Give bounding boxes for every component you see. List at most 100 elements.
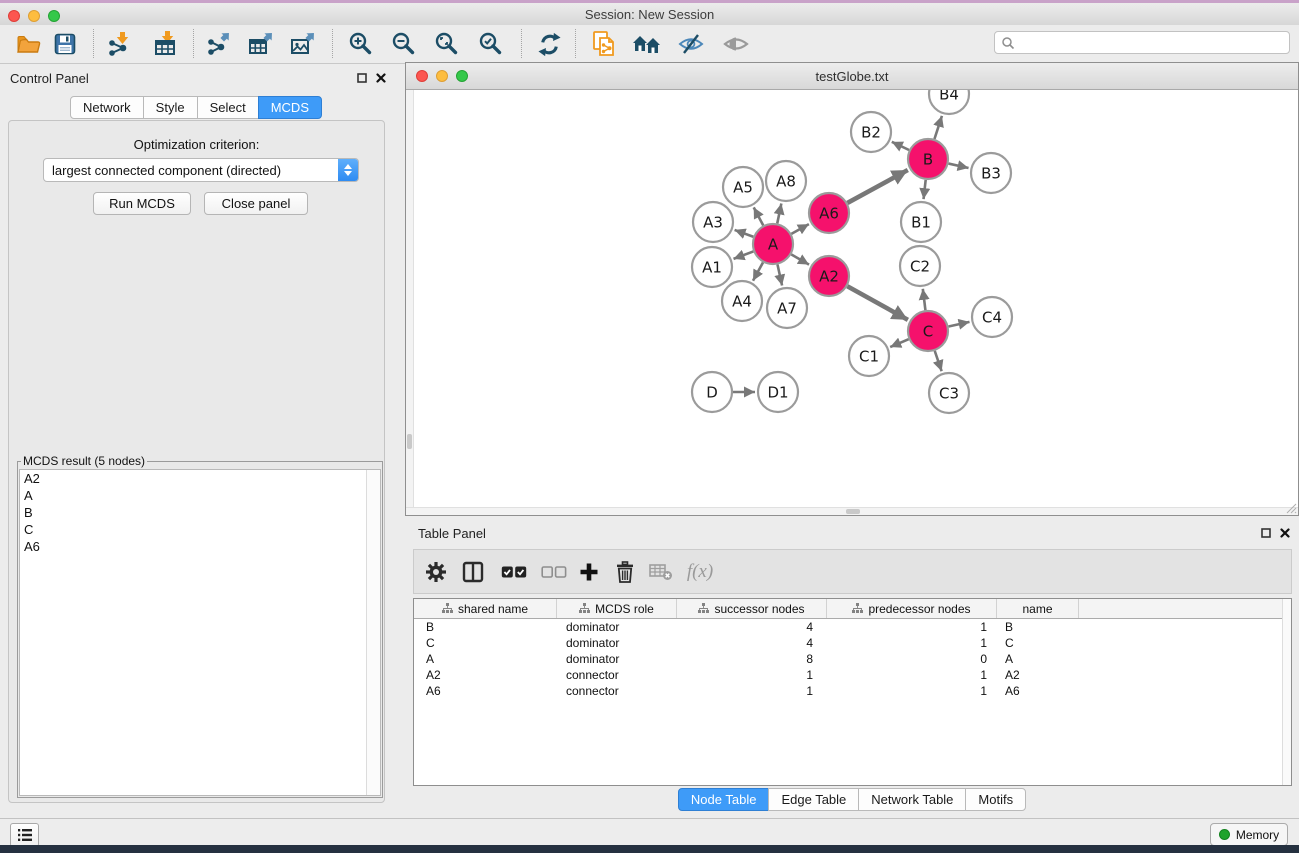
column-header-MCDS-role[interactable]: MCDS role [557,599,677,618]
list-item[interactable]: A6 [20,538,380,555]
table-row[interactable]: Cdominator41C [414,635,1291,651]
column-header-predecessor-nodes[interactable]: predecessor nodes [827,599,997,618]
network-vscroll-thumb[interactable] [407,434,412,449]
split-columns-icon[interactable] [457,557,489,587]
table-cell[interactable]: B [997,620,1079,634]
graph-edge[interactable] [753,262,763,280]
open-session-icon[interactable] [12,28,46,60]
table-cell[interactable]: A2 [997,668,1079,682]
table-cell[interactable]: 1 [827,684,997,698]
export-image-icon[interactable] [286,28,320,60]
zoom-in-icon[interactable] [344,28,378,60]
table-row[interactable]: Bdominator41B [414,619,1291,635]
add-column-icon[interactable] [573,557,605,587]
graph-edge[interactable] [924,180,926,199]
table-cell[interactable]: connector [557,668,677,682]
gear-icon[interactable] [420,557,452,587]
table-cell[interactable]: dominator [557,620,677,634]
graph-edge[interactable] [923,289,926,310]
list-item[interactable]: A2 [20,470,380,487]
graph-edge[interactable] [777,204,781,224]
tab-select[interactable]: Select [197,96,259,119]
zoom-fit-icon[interactable] [430,28,464,60]
list-item[interactable]: C [20,521,380,538]
tab-edge-table[interactable]: Edge Table [768,788,859,811]
graph-edge[interactable] [847,170,907,203]
task-history-button[interactable] [10,823,39,847]
table-cell[interactable]: A6 [997,684,1079,698]
save-session-icon[interactable] [48,28,82,60]
houses-icon[interactable] [630,28,664,60]
list-item[interactable]: A [20,487,380,504]
list-item[interactable]: B [20,504,380,521]
table-cell[interactable]: A [997,652,1079,666]
close-table-panel-icon[interactable] [1279,527,1291,539]
memory-button[interactable]: Memory [1210,823,1288,846]
criterion-select[interactable]: largest connected component (directed) [43,158,359,182]
table-cell[interactable]: 1 [677,684,827,698]
export-table-icon[interactable] [244,28,278,60]
tab-network-table[interactable]: Network Table [858,788,966,811]
network-hscroll-thumb[interactable] [846,509,860,514]
table-row[interactable]: Adominator80A [414,651,1291,667]
trash-icon[interactable] [609,557,641,587]
tab-node-table[interactable]: Node Table [678,788,770,811]
table-cell[interactable]: A [414,652,557,666]
table-cell[interactable]: 4 [677,620,827,634]
search-input[interactable] [1015,33,1289,53]
network-vscrollbar[interactable] [406,90,414,508]
import-network-icon[interactable] [103,28,137,60]
table-cell[interactable]: 4 [677,636,827,650]
checked-pair-icon[interactable] [498,557,530,587]
export-network-icon[interactable] [202,28,236,60]
graph-edge[interactable] [949,322,970,327]
table-cell[interactable]: dominator [557,636,677,650]
table-cell[interactable]: B [414,620,557,634]
table-cell[interactable]: 1 [677,668,827,682]
zoom-selected-icon[interactable] [474,28,508,60]
graph-edge[interactable] [734,251,754,258]
duplicate-network-icon[interactable] [588,28,622,60]
unchecked-pair-icon[interactable] [538,557,570,587]
table-row[interactable]: A2connector11A2 [414,667,1291,683]
resize-grip-icon[interactable] [1285,502,1297,514]
float-table-panel-icon[interactable] [1260,527,1272,539]
hide-details-icon[interactable] [674,28,708,60]
graph-edge[interactable] [948,164,968,168]
tab-network[interactable]: Network [70,96,144,119]
table-row[interactable]: A6connector11A6 [414,683,1291,699]
graph-edge[interactable] [892,142,909,150]
graph-edge[interactable] [735,230,754,237]
zoom-out-icon[interactable] [387,28,421,60]
refresh-icon[interactable] [532,28,566,60]
graph-edge[interactable] [754,207,764,225]
table-vscrollbar[interactable] [1282,599,1291,785]
table-cell[interactable]: A6 [414,684,557,698]
graph-edge[interactable] [847,286,908,320]
mcds-result-list[interactable]: A2ABCA6 [19,469,381,796]
network-canvas[interactable]: AA1A2A3A4A5A6A7A8BB1B2B3B4CC1C2C3C4DD1 [413,90,1298,508]
result-scrollbar[interactable] [366,470,380,795]
delete-table-icon[interactable] [645,557,677,587]
float-panel-icon[interactable] [356,72,368,84]
network-hscrollbar[interactable] [406,507,1298,515]
graph-edge[interactable] [890,339,908,347]
table-cell[interactable]: 8 [677,652,827,666]
graph-edge[interactable] [791,224,809,234]
column-header-name[interactable]: name [997,599,1079,618]
graph-edge[interactable] [777,265,782,286]
network-window-titlebar[interactable]: testGlobe.txt [406,63,1298,90]
import-table-icon[interactable] [149,28,183,60]
tab-style[interactable]: Style [143,96,198,119]
run-mcds-button[interactable]: Run MCDS [93,192,191,215]
tab-motifs[interactable]: Motifs [965,788,1026,811]
table-cell[interactable]: A2 [414,668,557,682]
graph-edge[interactable] [934,116,941,139]
column-header-shared-name[interactable]: shared name [414,599,557,618]
table-cell[interactable]: 1 [827,636,997,650]
close-panel-icon[interactable] [375,72,387,84]
table-cell[interactable]: connector [557,684,677,698]
table-cell[interactable]: C [997,636,1079,650]
column-header-successor-nodes[interactable]: successor nodes [677,599,827,618]
table-cell[interactable]: 0 [827,652,997,666]
